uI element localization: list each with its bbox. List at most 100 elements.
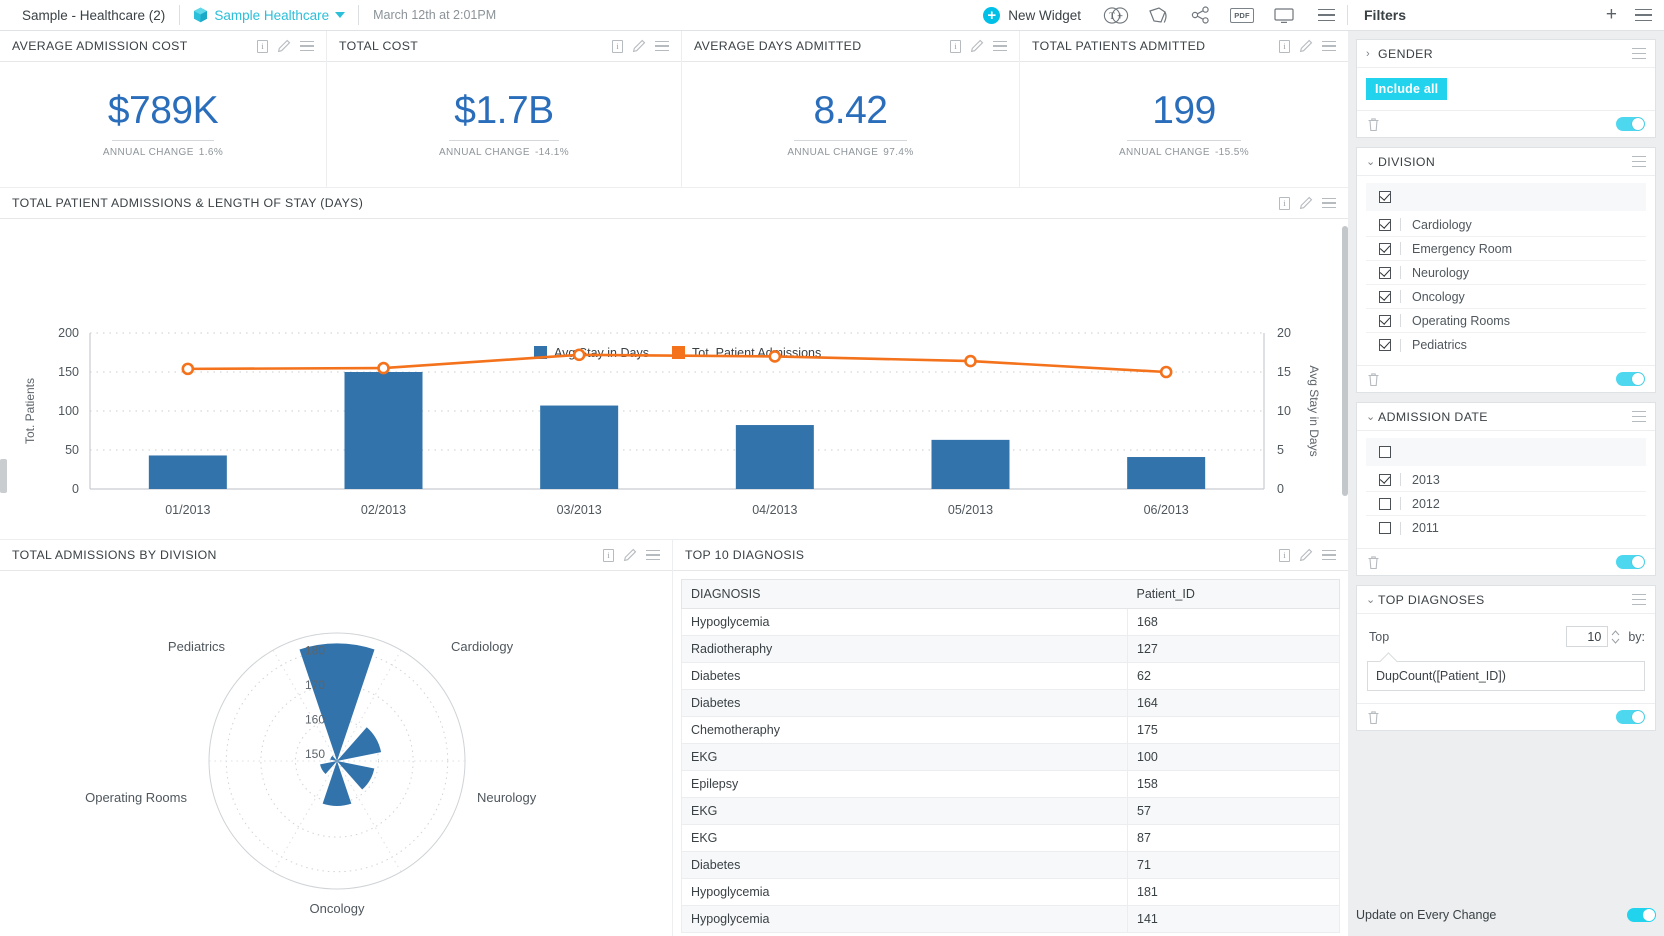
chevron-down-icon[interactable]: ⌄ [1366, 410, 1378, 423]
line-point[interactable] [1159, 365, 1173, 379]
edit-pencil-icon[interactable] [277, 39, 291, 53]
table-row[interactable]: Diabetes 62 [681, 662, 1340, 690]
bar[interactable] [148, 455, 227, 489]
chevron-down-icon[interactable]: ⌄ [1366, 593, 1378, 606]
checkbox[interactable] [1379, 218, 1391, 231]
formula-input[interactable]: DupCount([Patient_ID]) [1367, 661, 1645, 691]
bar[interactable] [1127, 457, 1206, 489]
chevron-down-icon[interactable] [335, 12, 346, 18]
line-point[interactable] [377, 361, 390, 375]
table-row[interactable]: Epilepsy 158 [681, 770, 1340, 798]
checkbox[interactable] [1379, 497, 1391, 510]
filter-menu-icon[interactable] [1632, 156, 1646, 167]
filter-enabled-toggle[interactable] [1616, 555, 1645, 569]
top-n-input[interactable]: 10 [1566, 626, 1609, 647]
line-point[interactable] [572, 348, 586, 362]
line-point[interactable] [181, 362, 195, 376]
widget-menu-icon[interactable] [655, 40, 669, 52]
line-point[interactable] [768, 350, 782, 363]
info-icon[interactable]: i [1279, 548, 1290, 562]
table-row[interactable]: Hypoglycemia 141 [681, 905, 1340, 933]
filter-menu-icon[interactable] [1632, 594, 1646, 605]
filter-menu-icon[interactable] [1632, 48, 1646, 59]
chevron-right-icon[interactable]: › [1366, 48, 1378, 60]
share-icon[interactable] [1179, 0, 1221, 31]
widget-menu-icon[interactable] [1322, 549, 1336, 561]
table-column-header[interactable]: Patient_ID [1127, 579, 1340, 609]
checkbox[interactable] [1379, 266, 1391, 279]
bar[interactable] [344, 372, 423, 489]
info-icon[interactable]: i [612, 39, 623, 53]
table-row[interactable]: EKG 87 [681, 824, 1340, 852]
filter-enabled-toggle[interactable] [1616, 710, 1645, 724]
checkbox[interactable] [1379, 314, 1391, 327]
polar-chart-plot[interactable]: 150 160 170 180 Cardiology Neurology Oncology O… [0, 571, 672, 935]
chevron-down-icon[interactable]: ⌄ [1366, 155, 1378, 168]
info-icon[interactable]: i [603, 548, 614, 562]
division-item[interactable]: Emergency Room [1366, 237, 1646, 261]
checkbox[interactable] [1379, 242, 1391, 255]
filter-header[interactable]: ⌄ TOP DIAGNOSES [1357, 586, 1655, 614]
trash-icon[interactable] [1367, 117, 1380, 132]
division-item[interactable]: Cardiology [1366, 213, 1646, 237]
update-toggle[interactable] [1627, 908, 1656, 922]
filter-header[interactable]: ⌄ DIVISION [1357, 148, 1655, 176]
plus-icon[interactable]: + [1606, 5, 1617, 24]
bar[interactable] [540, 405, 619, 489]
division-item[interactable]: Operating Rooms [1366, 309, 1646, 333]
edit-pencil-icon[interactable] [623, 548, 637, 562]
info-icon[interactable]: i [257, 39, 268, 53]
presentation-icon[interactable] [1263, 0, 1305, 31]
trash-icon[interactable] [1367, 710, 1380, 725]
table-row[interactable]: EKG 57 [681, 797, 1340, 825]
table-row[interactable]: Chemotheraphy 175 [681, 716, 1340, 744]
edit-pencil-icon[interactable] [1299, 39, 1313, 53]
table-row[interactable]: Diabetes 164 [681, 689, 1340, 717]
info-icon[interactable]: i [1279, 39, 1290, 53]
select-all-row[interactable] [1366, 183, 1646, 211]
checkbox[interactable] [1379, 522, 1391, 534]
info-icon[interactable]: i [1279, 196, 1290, 210]
widget-menu-icon[interactable] [1322, 40, 1336, 52]
left-resize-handle[interactable] [0, 459, 7, 493]
table-row[interactable]: Hypoglycemia 181 [681, 878, 1340, 906]
select-all-checkbox[interactable] [1379, 191, 1391, 203]
filter-flag-icon[interactable] [1137, 0, 1179, 31]
bar[interactable] [735, 425, 814, 489]
table-row[interactable]: EKG 100 [681, 743, 1340, 771]
admission-date-item[interactable]: 2012 [1366, 492, 1646, 516]
filter-enabled-toggle[interactable] [1616, 372, 1645, 386]
widget-menu-icon[interactable] [300, 40, 314, 52]
filters-menu-icon[interactable] [1635, 9, 1652, 21]
table-row[interactable]: Hypoglycemia 168 [681, 608, 1340, 636]
edit-pencil-icon[interactable] [970, 39, 984, 53]
division-item[interactable]: Oncology [1366, 285, 1646, 309]
division-item[interactable]: Pediatrics [1366, 333, 1646, 357]
combo-chart-plot[interactable]: Avg Stay in Days Tot. Patient Admissions 0… [0, 219, 1348, 537]
table-column-header[interactable]: DIAGNOSIS [681, 579, 1128, 609]
checkbox[interactable] [1379, 290, 1391, 303]
top-n-stepper[interactable] [1609, 629, 1621, 644]
admission-date-item[interactable]: 2013 [1366, 468, 1646, 492]
dashboard-menu-icon[interactable] [1305, 0, 1347, 31]
filter-header[interactable]: ⌄ ADMISSION DATE [1357, 403, 1655, 431]
table-scroll-area[interactable]: DIAGNOSIS Patient_ID Hypoglycemia 168 Radio… [673, 571, 1348, 936]
select-all-checkbox[interactable] [1379, 446, 1391, 458]
add-text-widget-icon[interactable]: T + [1095, 0, 1137, 31]
checkbox[interactable] [1379, 473, 1391, 486]
edit-pencil-icon[interactable] [1299, 548, 1313, 562]
trash-icon[interactable] [1367, 372, 1380, 387]
data-source-selector[interactable]: Sample Healthcare [180, 7, 358, 23]
table-row[interactable]: Diabetes 71 [681, 851, 1340, 879]
filter-header[interactable]: › GENDER [1357, 40, 1655, 68]
widget-menu-icon[interactable] [1322, 197, 1336, 209]
include-all-badge[interactable]: Include all [1366, 78, 1448, 100]
widget-menu-icon[interactable] [646, 549, 660, 561]
filter-menu-icon[interactable] [1632, 411, 1646, 422]
bar[interactable] [931, 439, 1010, 489]
new-widget-button[interactable]: + New Widget [969, 6, 1095, 24]
trash-icon[interactable] [1367, 555, 1380, 570]
edit-pencil-icon[interactable] [632, 39, 646, 53]
division-item[interactable]: Neurology [1366, 261, 1646, 285]
line-point[interactable] [964, 354, 977, 368]
